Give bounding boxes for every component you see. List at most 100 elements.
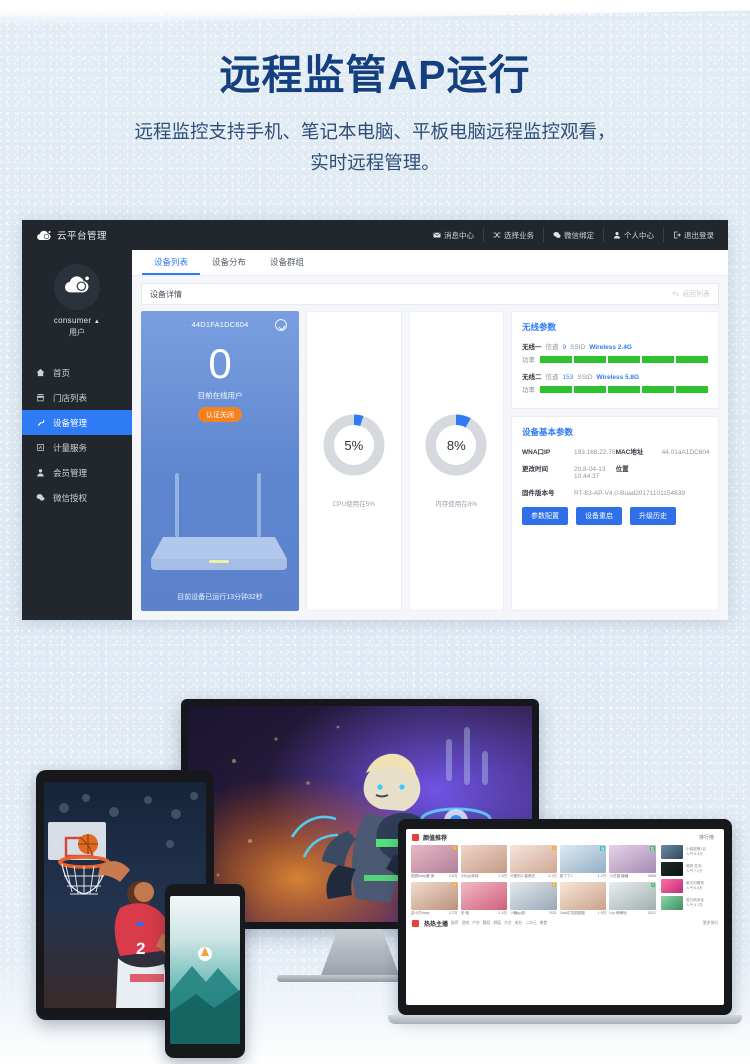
sidebar-item-label: 微信授权	[53, 492, 88, 503]
field-label-change-time: 更改时间	[522, 466, 548, 473]
logout-icon	[673, 231, 681, 239]
sidebar-item-member-management[interactable]: 会员管理	[22, 460, 132, 485]
streamer-card[interactable]: 小仙女妹妹 1.8万	[460, 845, 508, 879]
tab-device-list[interactable]: 设备列表	[142, 256, 201, 275]
param-config-button[interactable]: 参数配置	[522, 507, 568, 525]
cpu-gauge-card: 5% CPU使用在5%	[306, 311, 402, 611]
back-to-list-button[interactable]: 返回列表	[672, 289, 710, 299]
cpu-donut-chart: 5%	[323, 414, 385, 476]
brand-name: 云平台管理	[57, 231, 108, 242]
ranking-title: 小甜甜第1名	[686, 846, 706, 851]
streamer-card[interactable]: Zala花花甜甜圈 1.9万	[559, 882, 607, 916]
topnav-label: 消息中心	[444, 230, 474, 240]
streamer-card[interactable]: 6 金小莎baby 2.2万	[411, 882, 458, 916]
avatar[interactable]	[54, 264, 100, 310]
streamer-card[interactable]: S Lily·萌萌哒 5312	[609, 882, 656, 916]
topnav-item-logout[interactable]: 退出登录	[664, 228, 716, 242]
power-bar	[642, 355, 674, 363]
sidebar-item-label: 设备管理	[53, 417, 88, 428]
wechat-icon	[36, 493, 45, 502]
footer-tag[interactable]: 颜值	[493, 921, 501, 926]
footer-title: 热热主播	[424, 922, 449, 928]
laptop-page-body: 1 甜甜baby酱·美 2.6万 小仙女妹妹 1.8万 3 可爱的小星蛋花 3.1万	[406, 845, 724, 916]
sidebar-item-label: 会员管理	[53, 467, 88, 478]
auth-status-badge[interactable]: 认证关闭	[198, 407, 242, 422]
streamer-viewers: 7621	[548, 911, 557, 915]
tabs-bar: 设备列表 设备分布 设备群组	[132, 250, 728, 276]
footer-tag[interactable]: 游戏	[462, 921, 470, 926]
streamer-thumbnail: 3	[510, 845, 557, 873]
phone-screen	[170, 896, 240, 1044]
topnav-item-wechat-bind[interactable]: 微信绑定	[544, 228, 604, 242]
streamer-card[interactable]: 播 夏了了L 1.2万	[559, 845, 607, 879]
ranking-item[interactable]: 暗夜·狂欢 人气 7.2万	[661, 862, 719, 876]
topnav-item-messages[interactable]: 消息中心	[424, 228, 484, 242]
power-bar	[540, 385, 572, 393]
footer-tag[interactable]: 美食	[540, 921, 548, 926]
topnav-item-profile[interactable]: 个人中心	[604, 228, 664, 242]
cloud-avatar-icon	[63, 273, 91, 301]
tab-device-distribution[interactable]: 设备分布	[200, 256, 258, 275]
field-value-wan-ip: 193.168.22.78	[574, 449, 616, 456]
footer-tag[interactable]: 舞蹈	[483, 921, 491, 926]
ranking-item[interactable]: 星光闪耀夜 人气 6.4万	[661, 879, 719, 893]
sidebar-item-wechat-auth[interactable]: 微信授权	[22, 485, 132, 510]
device-uptime: 目前设备已运行13分钟32秒	[177, 594, 263, 601]
device-online-check-icon[interactable]	[275, 319, 287, 331]
device-restart-button[interactable]: 设备重启	[576, 507, 622, 525]
streamer-thumbnail	[559, 882, 607, 910]
right-column: 无线参数 无线一 信道 9 SSID Wireless 2.4G 功率 无线二 …	[511, 311, 719, 611]
footer-tag[interactable]: 电台	[515, 921, 523, 926]
ranking-more-link[interactable]: 更多排行	[703, 921, 718, 926]
streamer-name: 可爱的小星蛋花	[510, 874, 536, 878]
ranking-thumbnail	[661, 896, 683, 910]
streamer-card[interactable]: 直 小花猫 糖糖 9856	[609, 845, 656, 879]
topnav-item-select-business[interactable]: 选择业务	[484, 228, 544, 242]
sidebar-item-device-management[interactable]: 设备管理	[22, 410, 132, 435]
admin-sidebar: consumer ▲ 用户 首页 门店列表 设备管理 计量服务 会员管理 微信授…	[22, 250, 132, 620]
radio-1-power-row: 功率	[522, 354, 708, 364]
sidebar-item-store-list[interactable]: 门店列表	[22, 385, 132, 410]
rank-badge: 3	[551, 846, 556, 850]
ranking-sub: 人气 5.1万	[686, 903, 703, 907]
streamer-card[interactable]: 1 甜甜baby酱·美 2.6万	[411, 845, 458, 879]
ranking-title: 星光闪耀夜	[686, 880, 704, 885]
cloud-logo-icon	[36, 229, 52, 242]
laptop-header-title: 颜值推荐	[423, 836, 448, 842]
ranking-thumbnail	[661, 845, 683, 859]
admin-panel-screenshot: 云平台管理 消息中心 选择业务 微信绑定 个人中心 退出登录 consumer …	[22, 220, 728, 620]
ranking-title: 暗夜·狂欢	[686, 863, 702, 868]
memory-gauge-card: 8% 内存使用在8%	[408, 311, 504, 611]
tab-device-group[interactable]: 设备群组	[258, 256, 316, 275]
footer-tag[interactable]: 二次元	[525, 921, 536, 926]
store-icon	[36, 393, 45, 402]
footer-tag[interactable]: 户外	[472, 921, 480, 926]
imac-stand	[321, 929, 399, 975]
wireless-radio-1-row: 无线一 信道 9 SSID Wireless 2.4G	[522, 341, 708, 351]
sidebar-username[interactable]: consumer ▲	[22, 316, 132, 325]
upgrade-history-button[interactable]: 升级历史	[630, 507, 676, 525]
footer-tag[interactable]: 才艺	[504, 921, 512, 926]
sidebar-menu: 首页 门店列表 设备管理 计量服务 会员管理 微信授权	[22, 360, 132, 510]
streamer-card[interactable]: 安·薇 1.4万	[460, 882, 508, 916]
laptop-screen: 颜值推荐 排行榜 1 甜甜baby酱·美 2.6万 小仙女妹妹 1.8万 3 可…	[398, 819, 732, 1015]
rank-badge: 1	[452, 846, 457, 850]
power-bar	[676, 385, 708, 393]
brand[interactable]: 云平台管理	[36, 228, 107, 242]
streamer-card[interactable]: 3 可爱的小星蛋花 3.1万	[510, 845, 557, 879]
sidebar-item-home[interactable]: 首页	[22, 360, 132, 385]
ranking-item[interactable]: 夏日纳凉会 人气 5.1万	[661, 896, 719, 910]
streamer-name: Lily·萌萌哒	[609, 911, 627, 915]
device-detail-header: 设备详情 返回列表	[141, 283, 719, 305]
sidebar-item-label: 首页	[53, 367, 71, 378]
router-illustration	[141, 471, 299, 575]
ranking-sub: 人气 6.4万	[686, 886, 703, 890]
streamer-card[interactable]: 8 小糖go甜 7621	[510, 882, 557, 916]
ranking-item[interactable]: 小甜甜第1名 人气 8.9万	[661, 845, 719, 859]
device-mac-title: 44D1FA1DC604	[191, 320, 249, 329]
meter-icon	[36, 443, 45, 452]
device-card-header: 44D1FA1DC604	[149, 319, 291, 331]
sidebar-item-metering-service[interactable]: 计量服务	[22, 435, 132, 460]
streamer-thumbnail	[460, 845, 508, 873]
footer-tag[interactable]: 推荐	[451, 921, 459, 926]
